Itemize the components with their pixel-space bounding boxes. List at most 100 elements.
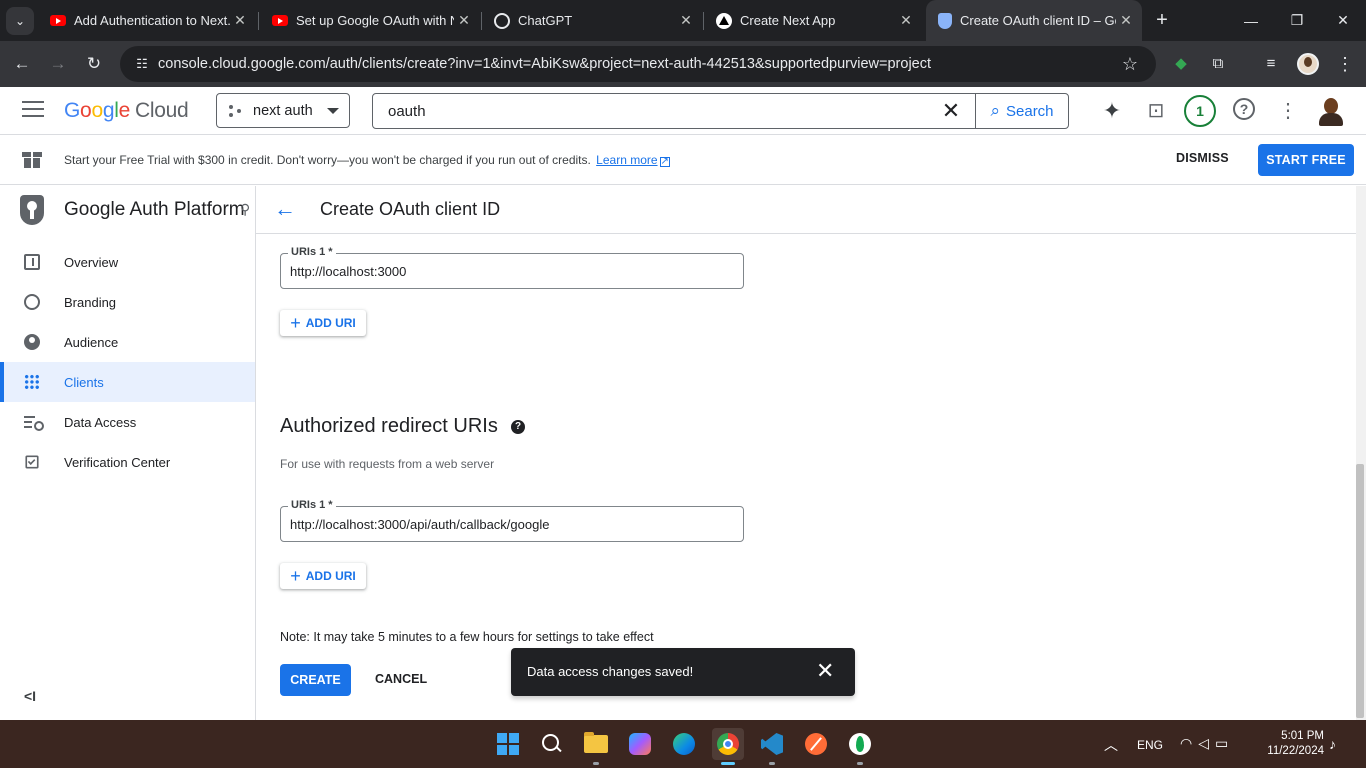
back-arrow-icon[interactable]: ← [274,196,296,222]
cancel-button[interactable]: CANCEL [375,672,427,686]
redirect-uris-description: For use with requests from a web server [280,457,495,471]
postman-icon[interactable] [800,728,832,760]
main-menu-icon[interactable] [22,101,44,119]
browser-tab[interactable]: ChatGPT ✕ [482,0,702,41]
redirect-uri-input[interactable]: http://localhost:3000/api/auth/callback/… [290,517,549,532]
url-text[interactable]: console.cloud.google.com/auth/clients/cr… [158,56,1118,72]
file-explorer-icon[interactable] [580,728,612,765]
dismiss-button[interactable]: DISMISS [1176,151,1229,165]
browser-tab-active[interactable]: Create OAuth client ID – Goo ✕ [926,0,1142,41]
search-button-label: Search [1006,102,1054,120]
reload-icon[interactable]: ↻ [80,50,108,78]
product-header: Google Auth Platform ⚲ [0,186,255,234]
forward-icon[interactable]: → [44,50,72,78]
clear-search-icon[interactable]: ✕ [927,94,975,128]
free-trial-banner: Start your Free Trial with $300 in credi… [0,135,1366,185]
origin-uri-field[interactable]: URIs 1 * http://localhost:3000 [280,246,744,289]
add-uri-label: ADD URI [305,316,356,330]
extensions-puzzle-icon[interactable]: ⧉ [1205,51,1231,77]
help-icon[interactable]: ? [1233,98,1255,120]
search-input[interactable]: oauth [373,103,927,120]
vscode-icon[interactable] [756,728,788,765]
notifications-badge[interactable]: 1 [1184,95,1216,127]
taskbar-search-icon[interactable] [536,728,568,760]
add-origin-uri-button[interactable]: + ADD URI [280,310,366,336]
chrome-menu-icon[interactable]: ⋮ [1332,51,1358,77]
collapse-nav-icon[interactable]: <I [24,688,36,704]
notification-bell-icon[interactable]: ♪ [1329,736,1336,752]
browser-tab-strip: ⌄ Add Authentication to Next.js ✕ Set up… [0,0,1366,41]
chrome-icon[interactable] [712,728,744,765]
tab-search-chevron-icon[interactable]: ⌄ [6,7,34,35]
tab-close-icon[interactable]: ✕ [1116,12,1136,29]
system-tray-icons[interactable]: ◠◁▭ [1180,735,1234,752]
add-redirect-uri-button[interactable]: + ADD URI [280,563,366,589]
address-bar[interactable]: ☷ console.cloud.google.com/auth/clients/… [120,46,1156,82]
page-header: ← Create OAuth client ID [256,186,1356,234]
project-picker[interactable]: next auth [216,93,350,128]
origin-uri-input[interactable]: http://localhost:3000 [290,264,406,279]
browser-tab[interactable]: Set up Google OAuth with Next ✕ [260,0,480,41]
sidebar-item-overview[interactable]: Overview [0,242,255,282]
profile-avatar[interactable] [1297,53,1319,75]
sidebar-item-label: Audience [64,334,119,350]
account-avatar[interactable] [1318,96,1344,126]
minimize-icon[interactable]: — [1228,0,1274,41]
wifi-icon: ◠ [1180,735,1199,751]
sidebar-item-label: Branding [64,294,117,310]
close-window-icon[interactable]: ✕ [1320,0,1366,41]
restore-icon[interactable]: ❐ [1274,0,1320,41]
project-name: next auth [253,102,313,119]
mongodb-compass-icon[interactable] [844,728,876,765]
start-free-button[interactable]: START FREE [1258,144,1354,176]
redirect-uris-heading: Authorized redirect URIs [280,415,498,437]
close-icon[interactable]: ✕ [816,659,834,683]
clock[interactable]: 5:01 PM 11/22/2024 [1262,729,1324,759]
google-cloud-logo[interactable]: Google Cloud [64,99,189,123]
palette-icon [24,294,40,310]
sidebar-item-verification-center[interactable]: Verification Center [0,442,255,482]
back-icon[interactable]: ← [8,50,36,78]
browser-tab[interactable]: Create Next App ✕ [704,0,922,41]
tab-close-icon[interactable]: ✕ [896,12,916,29]
more-options-icon[interactable]: ⋮ [1274,97,1302,125]
settings-note: Note: It may take 5 minutes to a few hou… [280,630,654,644]
extension-icon[interactable]: ◆ [1168,51,1194,77]
copilot-icon[interactable] [624,728,656,760]
media-control-icon[interactable]: ≡ [1258,51,1284,77]
youtube-icon [272,15,288,26]
tab-title: Add Authentication to Next.js [74,13,230,28]
redirect-uri-field[interactable]: URIs 1 * http://localhost:3000/api/auth/… [280,499,744,542]
tab-close-icon[interactable]: ✕ [454,12,474,29]
tab-close-icon[interactable]: ✕ [676,12,696,29]
gemini-sparkle-icon[interactable]: ✦ [1098,97,1126,125]
create-button[interactable]: CREATE [280,664,351,696]
auth-shield-icon [20,195,44,225]
edge-icon[interactable] [668,728,700,760]
sidebar-item-audience[interactable]: Audience [0,322,255,362]
verified-check-icon [25,455,39,469]
snackbar-toast: Data access changes saved! ✕ [511,648,855,696]
search-bar[interactable]: oauth ✕ ⌕ Search [372,93,1069,129]
learn-more-link[interactable]: Learn more ↗ [596,153,670,167]
site-info-icon[interactable]: ☷ [130,56,154,72]
bookmark-star-icon[interactable]: ☆ [1118,54,1142,75]
tray-overflow-chevron-icon[interactable]: ︿ [1104,735,1118,755]
scrollbar-thumb[interactable] [1356,464,1364,718]
sidebar-item-data-access[interactable]: Data Access [0,402,255,442]
search-button[interactable]: ⌕ Search [975,94,1068,128]
help-question-icon[interactable]: ? [511,420,525,434]
browser-tab[interactable]: Add Authentication to Next.js ✕ [38,0,256,41]
language-indicator[interactable]: ENG [1137,738,1163,752]
new-tab-plus-icon[interactable]: + [1150,8,1174,32]
cloud-shell-icon[interactable]: ⊡ [1142,97,1170,125]
sidebar-item-clients[interactable]: Clients [0,362,255,402]
search-icon: ⌕ [990,101,1000,120]
tab-title: Create OAuth client ID – Goo [960,13,1116,28]
tab-close-icon[interactable]: ✕ [230,12,250,29]
sidebar-item-branding[interactable]: Branding [0,282,255,322]
start-windows-icon[interactable] [492,728,524,760]
shield-icon [938,12,952,29]
side-navigation: Google Auth Platform ⚲ Overview Branding… [0,186,256,720]
pin-icon[interactable]: ⚲ [240,201,250,218]
